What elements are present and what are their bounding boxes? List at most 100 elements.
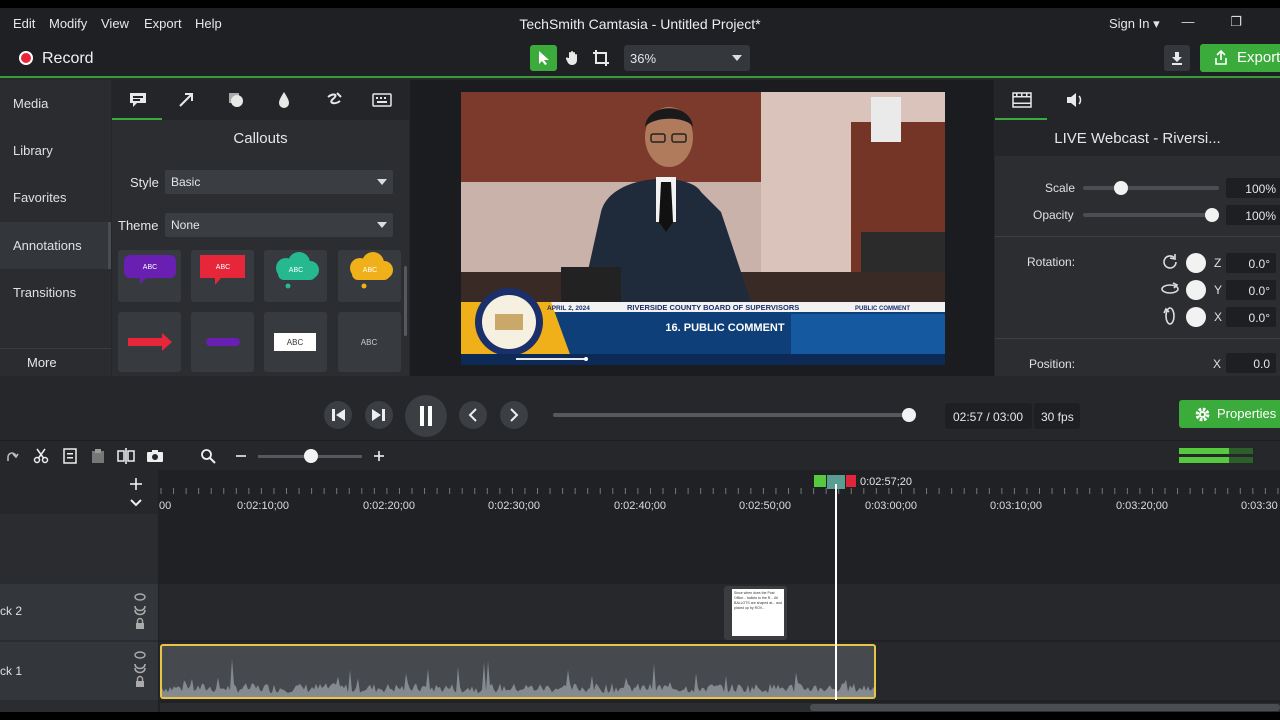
annotation-tabs [112, 80, 409, 120]
more-button[interactable]: More [0, 348, 111, 376]
pan-tool-button[interactable] [559, 45, 586, 71]
collapse-tracks-button[interactable] [128, 495, 144, 511]
tab-blur[interactable] [270, 88, 298, 112]
video-frame[interactable]: APRIL 2, 2024 RIVERSIDE COUNTY BOARD OF … [461, 92, 945, 365]
nav-favorites[interactable]: Favorites [0, 174, 111, 221]
sign-in-button[interactable]: Sign In ▾ [1109, 16, 1160, 32]
theme-dropdown[interactable]: None [165, 213, 393, 237]
add-track-button[interactable] [128, 476, 144, 492]
zoom-in-button[interactable] [370, 447, 388, 465]
callout-tile-speech-red[interactable]: ABC [191, 250, 254, 302]
track-1-controls-icon[interactable] [133, 650, 147, 690]
restore-icon[interactable]: ❐ [1226, 14, 1246, 32]
track-1-header[interactable]: ck 1 [0, 642, 158, 700]
rotate-x-dial[interactable] [1186, 307, 1206, 327]
pause-button[interactable] [405, 395, 447, 437]
record-button[interactable]: Record [42, 50, 94, 68]
export-button[interactable]: Export [1200, 44, 1280, 72]
rotation-z-input[interactable]: 0.0° [1226, 253, 1276, 273]
menu-view[interactable]: View [101, 16, 129, 31]
tab-arrows[interactable] [172, 88, 200, 112]
callout-tile-box-white[interactable]: ABC [264, 312, 327, 372]
menubar: Edit Modify View Export Help TechSmith C… [0, 8, 1280, 38]
redo-button[interactable] [3, 447, 21, 465]
style-dropdown[interactable]: Basic [165, 170, 393, 194]
audio-clip-track-1[interactable] [160, 644, 876, 699]
cut-button[interactable] [32, 447, 50, 465]
next-marker-button[interactable] [500, 401, 528, 429]
callout-tile-arrow-red[interactable] [118, 312, 181, 372]
playhead-in-handle[interactable] [814, 475, 826, 487]
timeline-scrollbar-thumb[interactable] [810, 704, 1280, 711]
zoom-fit-button[interactable] [199, 447, 217, 465]
opacity-slider-knob[interactable] [1205, 208, 1219, 222]
tab-audio-properties[interactable] [1061, 88, 1089, 112]
rotate-y-dial[interactable] [1186, 280, 1206, 300]
timeline-zoom-knob[interactable] [304, 449, 318, 463]
ruler-label: 0:02:30;00 [488, 500, 540, 512]
callout-tile-cloud-yellow[interactable]: ABC [338, 250, 401, 302]
position-x-input[interactable]: 0.0 [1226, 353, 1276, 373]
step-forward-button[interactable] [365, 401, 393, 429]
opacity-input[interactable]: 100% [1226, 205, 1280, 225]
menu-help[interactable]: Help [195, 16, 222, 31]
speaker-icon [1067, 93, 1082, 107]
zoom-dropdown[interactable]: 36% [624, 45, 750, 71]
nav-annotations[interactable]: Annotations [0, 222, 111, 269]
rotation-y-input[interactable]: 0.0° [1226, 280, 1276, 300]
record-icon[interactable] [19, 51, 33, 65]
plus-icon [374, 451, 384, 461]
menu-modify[interactable]: Modify [49, 16, 87, 31]
copy-button[interactable] [61, 447, 79, 465]
callout-tile-speech-purple[interactable]: ABC [118, 250, 181, 302]
split-button[interactable] [117, 447, 135, 465]
zoom-out-button[interactable] [232, 447, 250, 465]
menu-export[interactable]: Export [144, 16, 182, 31]
track-2-lane[interactable] [159, 584, 1280, 640]
empty-track-area [159, 516, 1280, 582]
playback-scrubber-track[interactable] [553, 413, 915, 417]
nav-media[interactable]: Media [0, 80, 111, 127]
callout-tile-cloud-teal[interactable]: ABC [264, 250, 327, 302]
more-label: More [27, 355, 57, 370]
timeline-scrollbar[interactable] [160, 703, 1280, 712]
step-back-button[interactable] [324, 401, 352, 429]
video-scene: APRIL 2, 2024 RIVERSIDE COUNTY BOARD OF … [461, 92, 945, 365]
callout-clip[interactable]: Since when does the Post Office... ballo… [724, 586, 787, 640]
scale-slider-track[interactable] [1083, 186, 1219, 190]
menu-edit[interactable]: Edit [13, 16, 35, 31]
opacity-slider-track[interactable] [1083, 213, 1219, 217]
time-ruler[interactable]: 00 0:02:10;00 0:02:20;00 0:02:30;00 0:02… [159, 470, 1280, 514]
properties-button[interactable]: Properties [1179, 400, 1280, 428]
callout-tile-pill-purple[interactable] [191, 312, 254, 372]
panel-scrollbar[interactable] [404, 266, 407, 336]
scale-slider-knob[interactable] [1113, 181, 1128, 195]
tab-sketch[interactable] [320, 88, 348, 112]
tab-keystroke[interactable] [368, 88, 396, 112]
nav-library[interactable]: Library [0, 127, 111, 174]
chevron-left-icon [468, 408, 477, 422]
playhead-out-handle[interactable] [846, 475, 856, 487]
playback-scrubber-knob[interactable] [901, 408, 916, 422]
snapshot-button[interactable] [146, 447, 164, 465]
tab-visual-properties[interactable] [1008, 88, 1036, 112]
redo-icon [7, 452, 19, 461]
tab-shapes[interactable] [222, 88, 250, 112]
rotation-x-input[interactable]: 0.0° [1226, 307, 1276, 327]
scale-input[interactable]: 100% [1226, 178, 1280, 198]
nav-transitions[interactable]: Transitions [0, 269, 111, 316]
paste-icon [92, 449, 104, 463]
download-button[interactable] [1164, 45, 1190, 71]
previous-marker-button[interactable] [459, 401, 487, 429]
track-2-controls-icon[interactable] [133, 592, 147, 632]
opacity-label: Opacity [1033, 208, 1074, 222]
rotate-z-dial[interactable] [1186, 253, 1206, 273]
minimize-icon[interactable]: — [1178, 14, 1198, 32]
tab-callouts[interactable] [124, 88, 152, 112]
select-tool-button[interactable] [530, 45, 557, 71]
paste-button[interactable] [89, 447, 107, 465]
playhead-time: 0:02:57;20 [860, 476, 912, 488]
callout-tile-text[interactable]: ABC [338, 312, 401, 372]
track-2-header[interactable]: ck 2 [0, 584, 158, 640]
crop-tool-button[interactable] [587, 45, 614, 71]
